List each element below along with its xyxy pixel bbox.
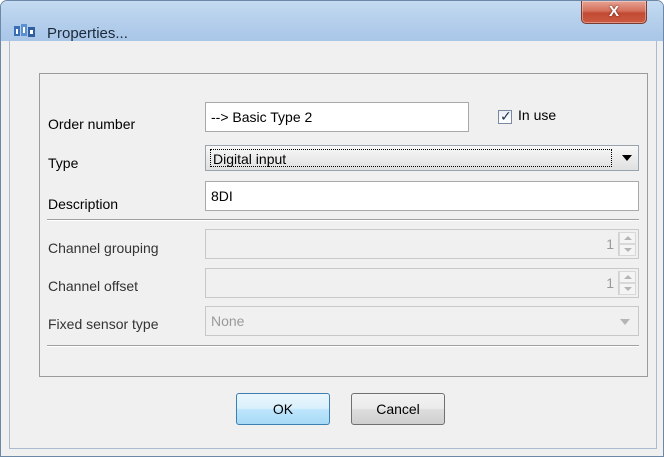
window-title: Properties... bbox=[47, 25, 128, 42]
properties-panel: Order number --> Basic Type 2 ✓ In use T… bbox=[39, 73, 648, 377]
description-value: 8DI bbox=[211, 188, 233, 204]
close-button[interactable]: X bbox=[581, 1, 647, 24]
dialog-body: Order number --> Basic Type 2 ✓ In use T… bbox=[9, 41, 657, 449]
properties-dialog: Properties... X Order number --> Basic T… bbox=[0, 0, 664, 457]
close-icon: X bbox=[608, 3, 619, 20]
channel-grouping-field[interactable]: 1 bbox=[205, 229, 639, 259]
checkmark-icon: ✓ bbox=[500, 108, 512, 124]
app-icon bbox=[14, 24, 35, 37]
divider bbox=[47, 219, 639, 221]
spin-up-button[interactable] bbox=[619, 271, 636, 283]
channel-offset-label: Channel offset bbox=[48, 278, 139, 294]
spin-up-button[interactable] bbox=[619, 232, 636, 244]
title-bar[interactable]: Properties... X bbox=[1, 1, 663, 42]
spin-down-button[interactable] bbox=[619, 283, 636, 295]
divider bbox=[47, 345, 639, 347]
type-select[interactable]: Digital input bbox=[205, 145, 639, 171]
channel-grouping-label: Channel grouping bbox=[48, 240, 159, 256]
description-field[interactable]: 8DI bbox=[205, 181, 639, 211]
cancel-button[interactable]: Cancel bbox=[351, 393, 445, 425]
chevron-down-icon bbox=[624, 287, 632, 291]
type-value: Digital input bbox=[210, 149, 612, 167]
in-use-label: In use bbox=[518, 107, 557, 123]
channel-offset-spinner[interactable] bbox=[618, 271, 636, 295]
fixed-sensor-type-select[interactable]: None bbox=[205, 306, 639, 336]
channel-offset-value: 1 bbox=[606, 275, 614, 291]
description-label: Description bbox=[48, 196, 119, 212]
checkbox-box[interactable]: ✓ bbox=[498, 108, 512, 124]
channel-grouping-spinner[interactable] bbox=[618, 232, 636, 256]
order-number-value: --> Basic Type 2 bbox=[211, 109, 313, 125]
channel-offset-field[interactable]: 1 bbox=[205, 268, 639, 298]
chevron-up-icon bbox=[624, 236, 632, 240]
chevron-down-icon bbox=[624, 248, 632, 252]
chevron-up-icon bbox=[624, 275, 632, 279]
order-number-label: Order number bbox=[48, 116, 136, 132]
type-label: Type bbox=[48, 155, 79, 171]
channel-grouping-value: 1 bbox=[606, 236, 614, 252]
chevron-down-icon bbox=[620, 319, 630, 325]
fixed-sensor-type-value: None bbox=[211, 313, 245, 329]
ok-button[interactable]: OK bbox=[236, 393, 330, 425]
order-number-field[interactable]: --> Basic Type 2 bbox=[205, 102, 469, 132]
fixed-sensor-type-label: Fixed sensor type bbox=[48, 316, 159, 332]
spin-down-button[interactable] bbox=[619, 244, 636, 256]
chevron-down-icon bbox=[622, 155, 632, 161]
